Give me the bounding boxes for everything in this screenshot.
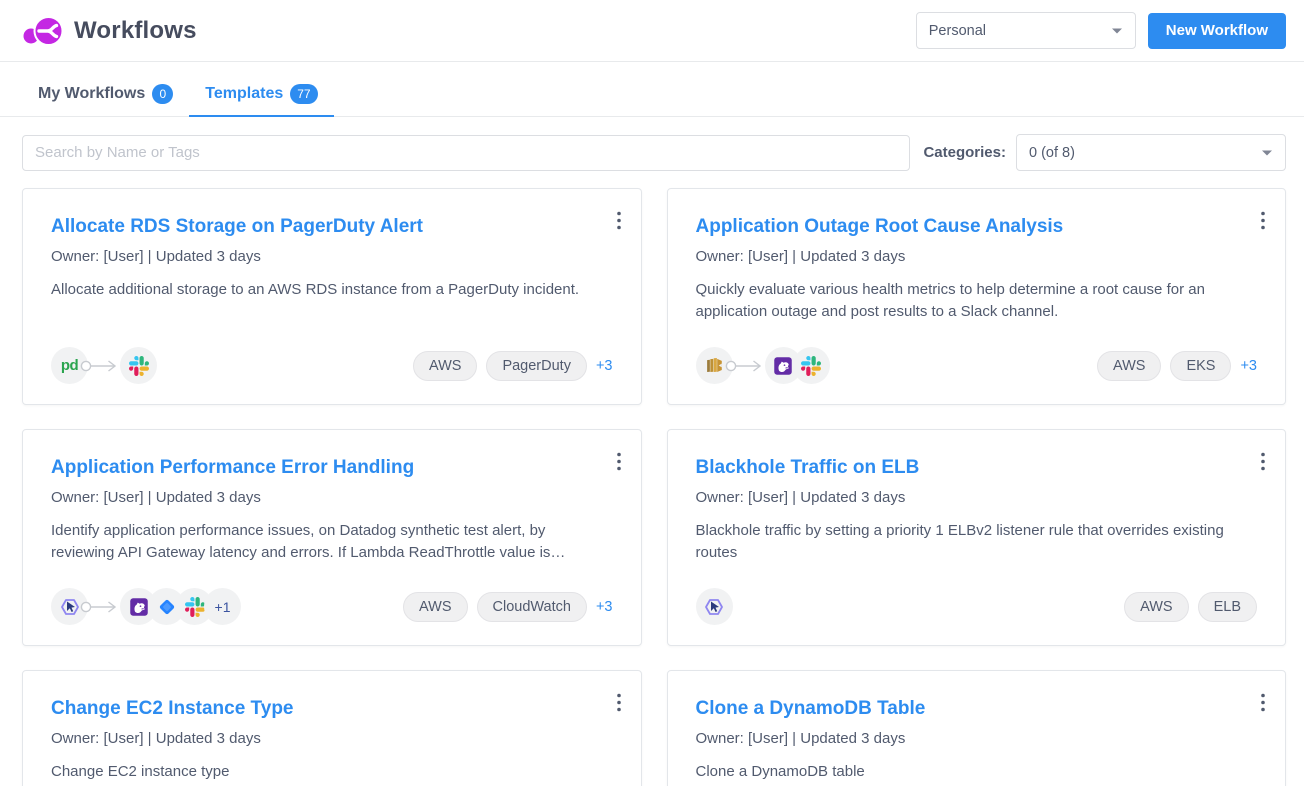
categories-select-value: 0 (of 8) bbox=[1029, 145, 1075, 161]
tag-pill: PagerDuty bbox=[486, 351, 587, 381]
extra-services-badge: +1 bbox=[204, 588, 241, 625]
workflow-meta: Owner: [User] | Updated 3 days bbox=[51, 248, 613, 265]
workflow-meta: Owner: [User] | Updated 3 days bbox=[696, 730, 1258, 747]
tab-my-workflows[interactable]: My Workflows 0 bbox=[22, 76, 189, 116]
kebab-menu-button[interactable] bbox=[611, 687, 627, 722]
more-tags-link[interactable]: +3 bbox=[596, 599, 613, 615]
tab-bar: My Workflows 0 Templates 77 bbox=[0, 62, 1304, 117]
tag-pill: CloudWatch bbox=[477, 592, 587, 622]
workflow-description: Change EC2 instance type bbox=[51, 761, 613, 783]
app-logo-icon bbox=[22, 13, 64, 49]
chevron-down-icon bbox=[1261, 149, 1273, 157]
new-workflow-button[interactable]: New Workflow bbox=[1148, 13, 1286, 49]
header: Workflows Personal New Workflow bbox=[0, 0, 1304, 62]
kebab-menu-icon bbox=[617, 693, 621, 713]
workflow-service-icons bbox=[696, 347, 830, 384]
workflow-title-link[interactable]: Application Outage Root Cause Analysis bbox=[696, 215, 1258, 239]
more-tags-link[interactable]: +3 bbox=[596, 358, 613, 374]
workflow-tags: AWS EKS +3 bbox=[1097, 351, 1257, 381]
workflow-card: Change EC2 Instance Type Owner: [User] |… bbox=[22, 670, 642, 786]
tab-count-badge: 0 bbox=[152, 84, 173, 104]
workflow-description: Blackhole traffic by setting a priority … bbox=[696, 520, 1258, 564]
categories-select[interactable]: 0 (of 8) bbox=[1016, 134, 1286, 171]
workflow-card: Clone a DynamoDB Table Owner: [User] | U… bbox=[667, 670, 1287, 786]
kebab-menu-button[interactable] bbox=[611, 205, 627, 240]
tag-pill: AWS bbox=[1124, 592, 1189, 622]
categories-group: Categories: 0 (of 8) bbox=[923, 134, 1286, 171]
tag-pill: AWS bbox=[403, 592, 468, 622]
kebab-menu-icon bbox=[1261, 452, 1265, 472]
workflow-service-icons bbox=[696, 588, 733, 625]
tag-pill: ELB bbox=[1198, 592, 1257, 622]
card-footer: AWS EKS +3 bbox=[696, 347, 1258, 384]
slack-icon bbox=[120, 347, 157, 384]
card-footer: +1 AWS CloudWatch +3 bbox=[51, 588, 613, 625]
tab-count-badge: 77 bbox=[290, 84, 317, 104]
workflow-card: Application Performance Error Handling O… bbox=[22, 429, 642, 646]
filter-row: Categories: 0 (of 8) bbox=[0, 117, 1304, 171]
workflow-tags: AWS PagerDuty +3 bbox=[413, 351, 613, 381]
workflow-service-icons: +1 bbox=[51, 588, 241, 625]
tag-pill: EKS bbox=[1170, 351, 1231, 381]
workflow-description: Allocate additional storage to an AWS RD… bbox=[51, 279, 613, 301]
workflow-meta: Owner: [User] | Updated 3 days bbox=[696, 248, 1258, 265]
workspace-select[interactable]: Personal bbox=[916, 12, 1136, 49]
workspace-select-value: Personal bbox=[929, 23, 986, 39]
workflow-description: Clone a DynamoDB table bbox=[696, 761, 1258, 783]
page-title: Workflows bbox=[74, 17, 197, 45]
workflow-tags: AWS CloudWatch +3 bbox=[403, 592, 613, 622]
templates-grid: Allocate RDS Storage on PagerDuty Alert … bbox=[0, 171, 1304, 786]
workflow-title-link[interactable]: Clone a DynamoDB Table bbox=[696, 697, 1258, 721]
tab-label: My Workflows bbox=[38, 85, 145, 103]
workflow-card: Blackhole Traffic on ELB Owner: [User] |… bbox=[667, 429, 1287, 646]
kebab-menu-icon bbox=[1261, 693, 1265, 713]
workflow-tags: AWS ELB bbox=[1124, 592, 1257, 622]
workflow-meta: Owner: [User] | Updated 3 days bbox=[696, 489, 1258, 506]
workflow-title-link[interactable]: Application Performance Error Handling bbox=[51, 456, 613, 480]
kebab-menu-icon bbox=[1261, 211, 1265, 231]
workflow-description: Quickly evaluate various health metrics … bbox=[696, 279, 1258, 323]
card-footer: AWS ELB bbox=[696, 588, 1258, 625]
tag-pill: AWS bbox=[413, 351, 478, 381]
synthetics-hexagon-icon bbox=[696, 588, 733, 625]
workflow-connector-arrow-icon bbox=[725, 359, 763, 373]
workflow-connector-arrow-icon bbox=[80, 359, 118, 373]
card-footer: pd AWS PagerDuty +3 bbox=[51, 347, 613, 384]
topbar-right: Personal New Workflow bbox=[916, 12, 1286, 49]
kebab-menu-icon bbox=[617, 452, 621, 472]
workflow-meta: Owner: [User] | Updated 3 days bbox=[51, 489, 613, 506]
tab-label: Templates bbox=[205, 85, 283, 103]
tab-templates[interactable]: Templates 77 bbox=[189, 76, 333, 116]
workflow-meta: Owner: [User] | Updated 3 days bbox=[51, 730, 613, 747]
search-input[interactable] bbox=[22, 135, 910, 171]
kebab-menu-icon bbox=[617, 211, 621, 231]
workflow-service-icons: pd bbox=[51, 347, 157, 384]
workflow-title-link[interactable]: Blackhole Traffic on ELB bbox=[696, 456, 1258, 480]
workflow-title-link[interactable]: Allocate RDS Storage on PagerDuty Alert bbox=[51, 215, 613, 239]
workflow-card: Application Outage Root Cause Analysis O… bbox=[667, 188, 1287, 405]
kebab-menu-button[interactable] bbox=[1255, 687, 1271, 722]
categories-label: Categories: bbox=[923, 144, 1006, 161]
chevron-down-icon bbox=[1111, 27, 1123, 35]
workflow-title-link[interactable]: Change EC2 Instance Type bbox=[51, 697, 613, 721]
more-tags-link[interactable]: +3 bbox=[1240, 358, 1257, 374]
workflow-connector-arrow-icon bbox=[80, 600, 118, 614]
kebab-menu-button[interactable] bbox=[611, 446, 627, 481]
workflow-card: Allocate RDS Storage on PagerDuty Alert … bbox=[22, 188, 642, 405]
brand: Workflows bbox=[22, 13, 197, 49]
tag-pill: AWS bbox=[1097, 351, 1162, 381]
workflow-description: Identify application performance issues,… bbox=[51, 520, 613, 564]
slack-icon bbox=[793, 347, 830, 384]
kebab-menu-button[interactable] bbox=[1255, 205, 1271, 240]
kebab-menu-button[interactable] bbox=[1255, 446, 1271, 481]
